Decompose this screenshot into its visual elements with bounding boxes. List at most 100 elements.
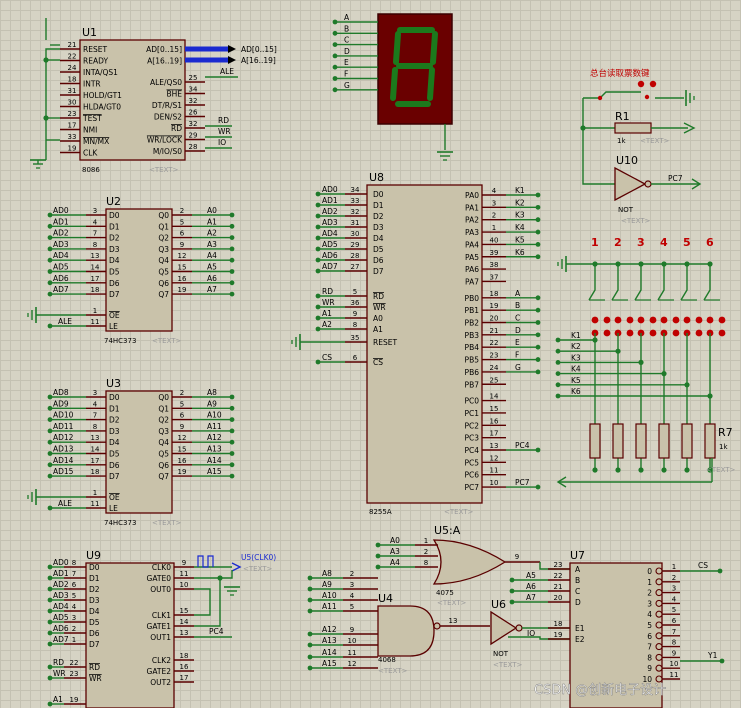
pin-number: 10 xyxy=(670,660,679,668)
terminal-dot xyxy=(375,542,381,548)
terminal-dot xyxy=(47,405,53,411)
pin-name: Q5 xyxy=(158,450,169,459)
terminal-dot xyxy=(315,268,321,274)
pin-name: D4 xyxy=(109,256,120,265)
cpu-pin-number: 34 xyxy=(189,86,198,94)
key-number: 2 xyxy=(614,236,622,249)
not-gate-icon xyxy=(490,610,518,646)
terminal-dot xyxy=(47,575,53,581)
pin-name: Q4 xyxy=(158,256,169,265)
pin-name: 3 xyxy=(647,599,652,608)
pin-name: GATE0 xyxy=(147,574,172,583)
cpu-pin-name: NMI xyxy=(83,126,97,135)
terminal-dot xyxy=(509,599,515,605)
net-label: AD7 xyxy=(322,262,338,271)
pin-name: RD xyxy=(89,663,100,672)
pin-name: Q4 xyxy=(158,438,169,447)
terminal-dot xyxy=(535,357,541,362)
cpu-pin-name: INTA/QS1 xyxy=(83,68,118,77)
cpu-pin-name: DEN/S2 xyxy=(154,113,182,122)
pin-number: 2 xyxy=(424,548,428,556)
r1-ref: R1 xyxy=(615,110,630,123)
net-label: A5 xyxy=(526,571,536,580)
pin-number: 14 xyxy=(91,264,100,272)
terminal-dot xyxy=(555,360,561,365)
net-label: AD5 xyxy=(53,263,69,272)
terminal-dot xyxy=(229,246,235,252)
terminal-dot xyxy=(47,428,53,434)
terminal-dot xyxy=(555,337,561,343)
pin-number: 14 xyxy=(180,618,189,626)
output-bubble xyxy=(655,567,663,575)
key-switch-wire xyxy=(680,264,688,301)
pin-name: PB3 xyxy=(465,331,480,340)
terminal-dot xyxy=(307,631,313,637)
display-ground-icon xyxy=(437,151,453,161)
key-contact xyxy=(695,329,703,337)
net-label: A11 xyxy=(322,602,337,611)
net-label: WR xyxy=(322,298,335,307)
pin-name: D3 xyxy=(373,223,384,232)
cpu-pin-number: 24 xyxy=(68,64,77,72)
terminal-dot xyxy=(47,439,53,445)
cpu-pin-number: 21 xyxy=(68,41,77,49)
pin-number: 9 xyxy=(180,241,184,249)
net-label: B xyxy=(344,24,349,33)
terminal-dot xyxy=(535,332,541,338)
pin-number: 4 xyxy=(93,218,98,226)
terminal-dot xyxy=(315,257,321,263)
pin-name: PC3 xyxy=(464,434,479,443)
pin-name: Q5 xyxy=(158,268,169,277)
pin-number: 1 xyxy=(72,636,76,644)
pin-name: D1 xyxy=(109,404,120,413)
key-contact xyxy=(603,316,611,324)
pin-name: PC2 xyxy=(464,421,479,430)
key-contact xyxy=(695,316,703,324)
terminal-dot xyxy=(332,53,338,59)
pin-name: RESET xyxy=(373,338,397,347)
pin-number: 16 xyxy=(180,663,189,671)
pin-number: 8 xyxy=(672,639,676,647)
pin-name: PA3 xyxy=(465,228,479,237)
pin-name: Q2 xyxy=(158,416,169,425)
terminal-dot xyxy=(229,223,235,229)
net-label: AD4 xyxy=(53,602,69,611)
not-bubble xyxy=(644,180,652,188)
key-contact xyxy=(637,316,645,324)
junction-dot xyxy=(644,94,650,100)
pin-name: PA7 xyxy=(465,277,479,286)
pin-name: E1 xyxy=(575,624,585,633)
pin-name: PB2 xyxy=(465,319,480,328)
cpu-pin-name: CLK xyxy=(83,149,98,158)
cpu-pin-number: 26 xyxy=(189,109,198,117)
resistor xyxy=(635,423,647,459)
pin-name: Q0 xyxy=(158,211,169,220)
net-label: K1 xyxy=(515,186,525,195)
pin-number: 10 xyxy=(180,581,189,589)
terminal-dot xyxy=(332,42,338,47)
pin-number: 5 xyxy=(350,603,354,611)
pin-name: B xyxy=(575,576,580,585)
terminal-dot xyxy=(307,575,313,581)
cpu-pin-name: HOLD/GT1 xyxy=(83,91,122,100)
pin-name: OE xyxy=(109,493,120,502)
cpu-ref: U1 xyxy=(82,26,97,39)
latch_u3-part: 74HC373 xyxy=(104,519,136,527)
terminal-dot xyxy=(375,564,381,570)
output-bubble xyxy=(655,589,663,597)
net-label: C xyxy=(344,36,349,45)
hint-text: <TEXT> xyxy=(152,337,182,345)
junction-dot xyxy=(707,393,713,399)
terminal-dot xyxy=(315,235,321,241)
pin-number: 15 xyxy=(178,446,187,454)
terminal-dot xyxy=(47,257,53,263)
pin-number: 21 xyxy=(490,327,499,335)
junction-dot xyxy=(684,382,690,388)
key-contact xyxy=(649,316,657,324)
pin-name: PA4 xyxy=(465,240,479,249)
pin-number: 4 xyxy=(350,592,355,600)
hint-text: <TEXT> xyxy=(706,466,736,474)
pin-number: 10 xyxy=(490,479,499,487)
pin-number: 27 xyxy=(351,263,360,271)
pin-number: 2 xyxy=(180,207,184,215)
